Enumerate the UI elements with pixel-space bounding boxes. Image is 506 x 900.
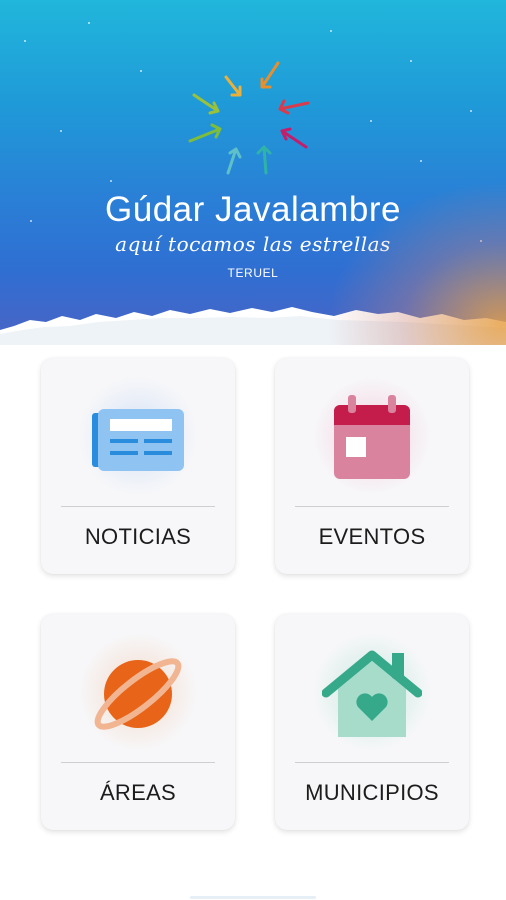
- menu-card-municipios[interactable]: MUNICIPIOS: [275, 614, 469, 830]
- menu-label-municipios: MUNICIPIOS: [305, 780, 439, 805]
- region-label: TERUEL: [227, 266, 279, 280]
- brand-title: Gúdar Javalambre: [105, 190, 401, 229]
- menu-label-eventos: EVENTOS: [318, 524, 426, 549]
- menu-label-noticias: NOTICIAS: [84, 524, 192, 549]
- house-heart-icon: [275, 644, 469, 744]
- planet-icon: [41, 644, 235, 744]
- menu-card-eventos[interactable]: EVENTOS: [275, 358, 469, 574]
- card-divider: [295, 506, 449, 507]
- menu-label-areas: ÁREAS: [99, 780, 177, 805]
- card-divider: [295, 762, 449, 763]
- star-arrows-logo-icon: [188, 61, 310, 175]
- card-divider: [61, 762, 215, 763]
- card-divider: [61, 506, 215, 507]
- newspaper-icon: [41, 388, 235, 488]
- snow-ridge-divider: [0, 307, 506, 345]
- brand-tagline: aquí tocamos las estrellas: [115, 232, 391, 256]
- calendar-icon: [275, 388, 469, 488]
- home-indicator[interactable]: [190, 896, 316, 899]
- menu-card-noticias[interactable]: NOTICIAS: [41, 358, 235, 574]
- menu-card-areas[interactable]: ÁREAS: [41, 614, 235, 830]
- header-banner: Gúdar Javalambre aquí tocamos las estrel…: [0, 0, 506, 345]
